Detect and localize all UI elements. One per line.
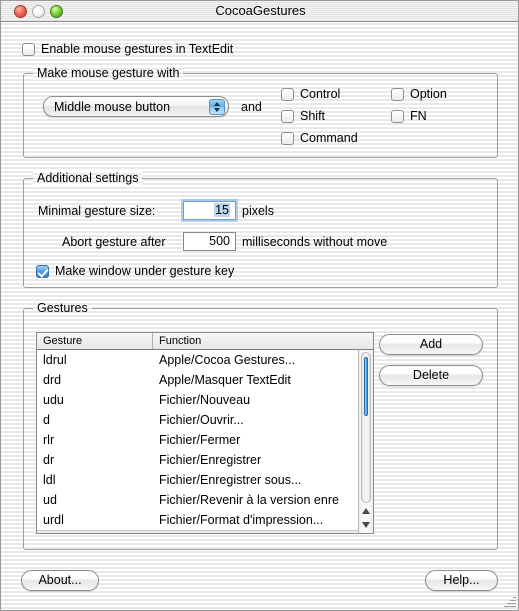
- table-row[interactable]: urdl Fichier/Format d'impression...: [37, 510, 373, 530]
- additional-settings-group-title: Additional settings: [33, 171, 143, 185]
- modifier-fn-label: FN: [410, 109, 427, 123]
- modifier-control-checkbox[interactable]: [281, 87, 294, 101]
- scroll-down-arrow-icon[interactable]: [361, 519, 372, 531]
- minimal-gesture-size-label: Minimal gesture size:: [38, 204, 156, 218]
- resize-grip[interactable]: [503, 595, 516, 608]
- gestures-group-title: Gestures: [33, 301, 92, 315]
- modifier-command-row[interactable]: Command: [281, 131, 358, 145]
- cell-function: Apple/Masquer TextEdit: [159, 373, 291, 387]
- cell-gesture: ud: [43, 493, 57, 507]
- modifier-command-label: Command: [300, 131, 358, 145]
- cell-gesture: ldl: [43, 473, 56, 487]
- table-row[interactable]: dr Fichier/Enregistrer: [37, 450, 373, 470]
- cell-gesture: urdl: [43, 513, 64, 527]
- modifier-control-label: Control: [300, 87, 341, 101]
- make-window-checkbox-row[interactable]: Make window under gesture key: [36, 264, 234, 278]
- cell-gesture: d: [43, 413, 50, 427]
- cell-function: Fichier/Enregistrer: [159, 453, 262, 467]
- cell-function: Fichier/Revenir à la version enre: [159, 493, 339, 507]
- cell-function: Fichier/Fermer: [159, 433, 241, 447]
- mouse-button-popup[interactable]: Middle mouse button: [43, 96, 229, 117]
- enable-gestures-checkbox-row[interactable]: Enable mouse gestures in TextEdit: [22, 42, 233, 56]
- cell-gesture: drd: [43, 373, 62, 387]
- table-row[interactable]: ud Fichier/Revenir à la version enre: [37, 490, 373, 510]
- modifier-option-row[interactable]: Option: [391, 87, 447, 101]
- and-label: and: [241, 100, 262, 114]
- title-bar[interactable]: CocoaGestures: [1, 1, 518, 22]
- enable-gestures-label: Enable mouse gestures in TextEdit: [41, 42, 234, 56]
- pixels-label: pixels: [242, 204, 274, 218]
- column-header-gesture[interactable]: Gesture: [37, 333, 153, 349]
- cell-function: Fichier/Format d'impression...: [159, 513, 324, 527]
- cocoagestures-window: CocoaGestures Enable mouse gestures in T…: [0, 0, 519, 611]
- table-row[interactable]: d Fichier/Ouvrir...: [37, 410, 373, 430]
- enable-gestures-checkbox[interactable]: [22, 42, 35, 56]
- make-window-checkbox[interactable]: [36, 264, 49, 278]
- scrollbar-track[interactable]: [361, 352, 371, 503]
- column-header-function[interactable]: Function: [153, 333, 373, 349]
- delete-button[interactable]: Delete: [379, 365, 483, 386]
- cell-gesture: rlr: [43, 433, 55, 447]
- minimal-gesture-size-value: 15: [214, 203, 230, 217]
- table-empty-area: [37, 530, 373, 533]
- table-row[interactable]: rlr Fichier/Fermer: [37, 430, 373, 450]
- abort-gesture-label: Abort gesture after: [62, 235, 166, 249]
- make-window-label: Make window under gesture key: [55, 264, 235, 278]
- table-row[interactable]: drd Apple/Masquer TextEdit: [37, 370, 373, 390]
- gestures-table-body: ldrul Apple/Cocoa Gestures... drd Apple/…: [37, 350, 373, 533]
- modifier-command-checkbox[interactable]: [281, 131, 294, 145]
- about-button[interactable]: About...: [21, 570, 99, 591]
- popup-arrows-icon: [209, 99, 225, 115]
- gestures-table-header: Gesture Function: [37, 333, 373, 350]
- gestures-table-scrollbar[interactable]: [358, 350, 373, 533]
- scroll-up-arrow-icon[interactable]: [361, 506, 372, 518]
- scrollbar-thumb[interactable]: [364, 357, 368, 416]
- modifier-control-row[interactable]: Control: [281, 87, 340, 101]
- cell-function: Fichier/Ouvrir...: [159, 413, 244, 427]
- cell-function: Fichier/Enregistrer sous...: [159, 473, 302, 487]
- cell-function: Fichier/Nouveau: [159, 393, 251, 407]
- table-row[interactable]: ldrul Apple/Cocoa Gestures...: [37, 350, 373, 370]
- modifier-shift-row[interactable]: Shift: [281, 109, 325, 123]
- gesture-with-group-title: Make mouse gesture with: [33, 66, 184, 80]
- modifier-shift-checkbox[interactable]: [281, 109, 294, 123]
- window-title: CocoaGestures: [215, 3, 306, 18]
- modifier-fn-row[interactable]: FN: [391, 109, 427, 123]
- mouse-button-popup-value: Middle mouse button: [54, 99, 171, 114]
- modifier-shift-label: Shift: [300, 109, 326, 123]
- modifier-option-label: Option: [410, 87, 447, 101]
- table-row[interactable]: ldl Fichier/Enregistrer sous...: [37, 470, 373, 490]
- modifier-option-checkbox[interactable]: [391, 87, 404, 101]
- add-button[interactable]: Add: [379, 334, 483, 355]
- modifier-fn-checkbox[interactable]: [391, 109, 404, 123]
- table-row[interactable]: udu Fichier/Nouveau: [37, 390, 373, 410]
- cell-gesture: ldrul: [43, 353, 67, 367]
- minimal-gesture-size-input[interactable]: 15: [183, 201, 236, 220]
- gestures-table[interactable]: Gesture Function ldrul Apple/Cocoa Gestu…: [36, 332, 374, 534]
- abort-gesture-value: 500: [209, 234, 230, 248]
- abort-gesture-input[interactable]: 500: [183, 232, 236, 251]
- cell-function: Apple/Cocoa Gestures...: [159, 353, 296, 367]
- cell-gesture: dr: [43, 453, 55, 467]
- milliseconds-label: milliseconds without move: [242, 235, 388, 249]
- help-button[interactable]: Help...: [425, 570, 498, 591]
- cell-gesture: udu: [43, 393, 64, 407]
